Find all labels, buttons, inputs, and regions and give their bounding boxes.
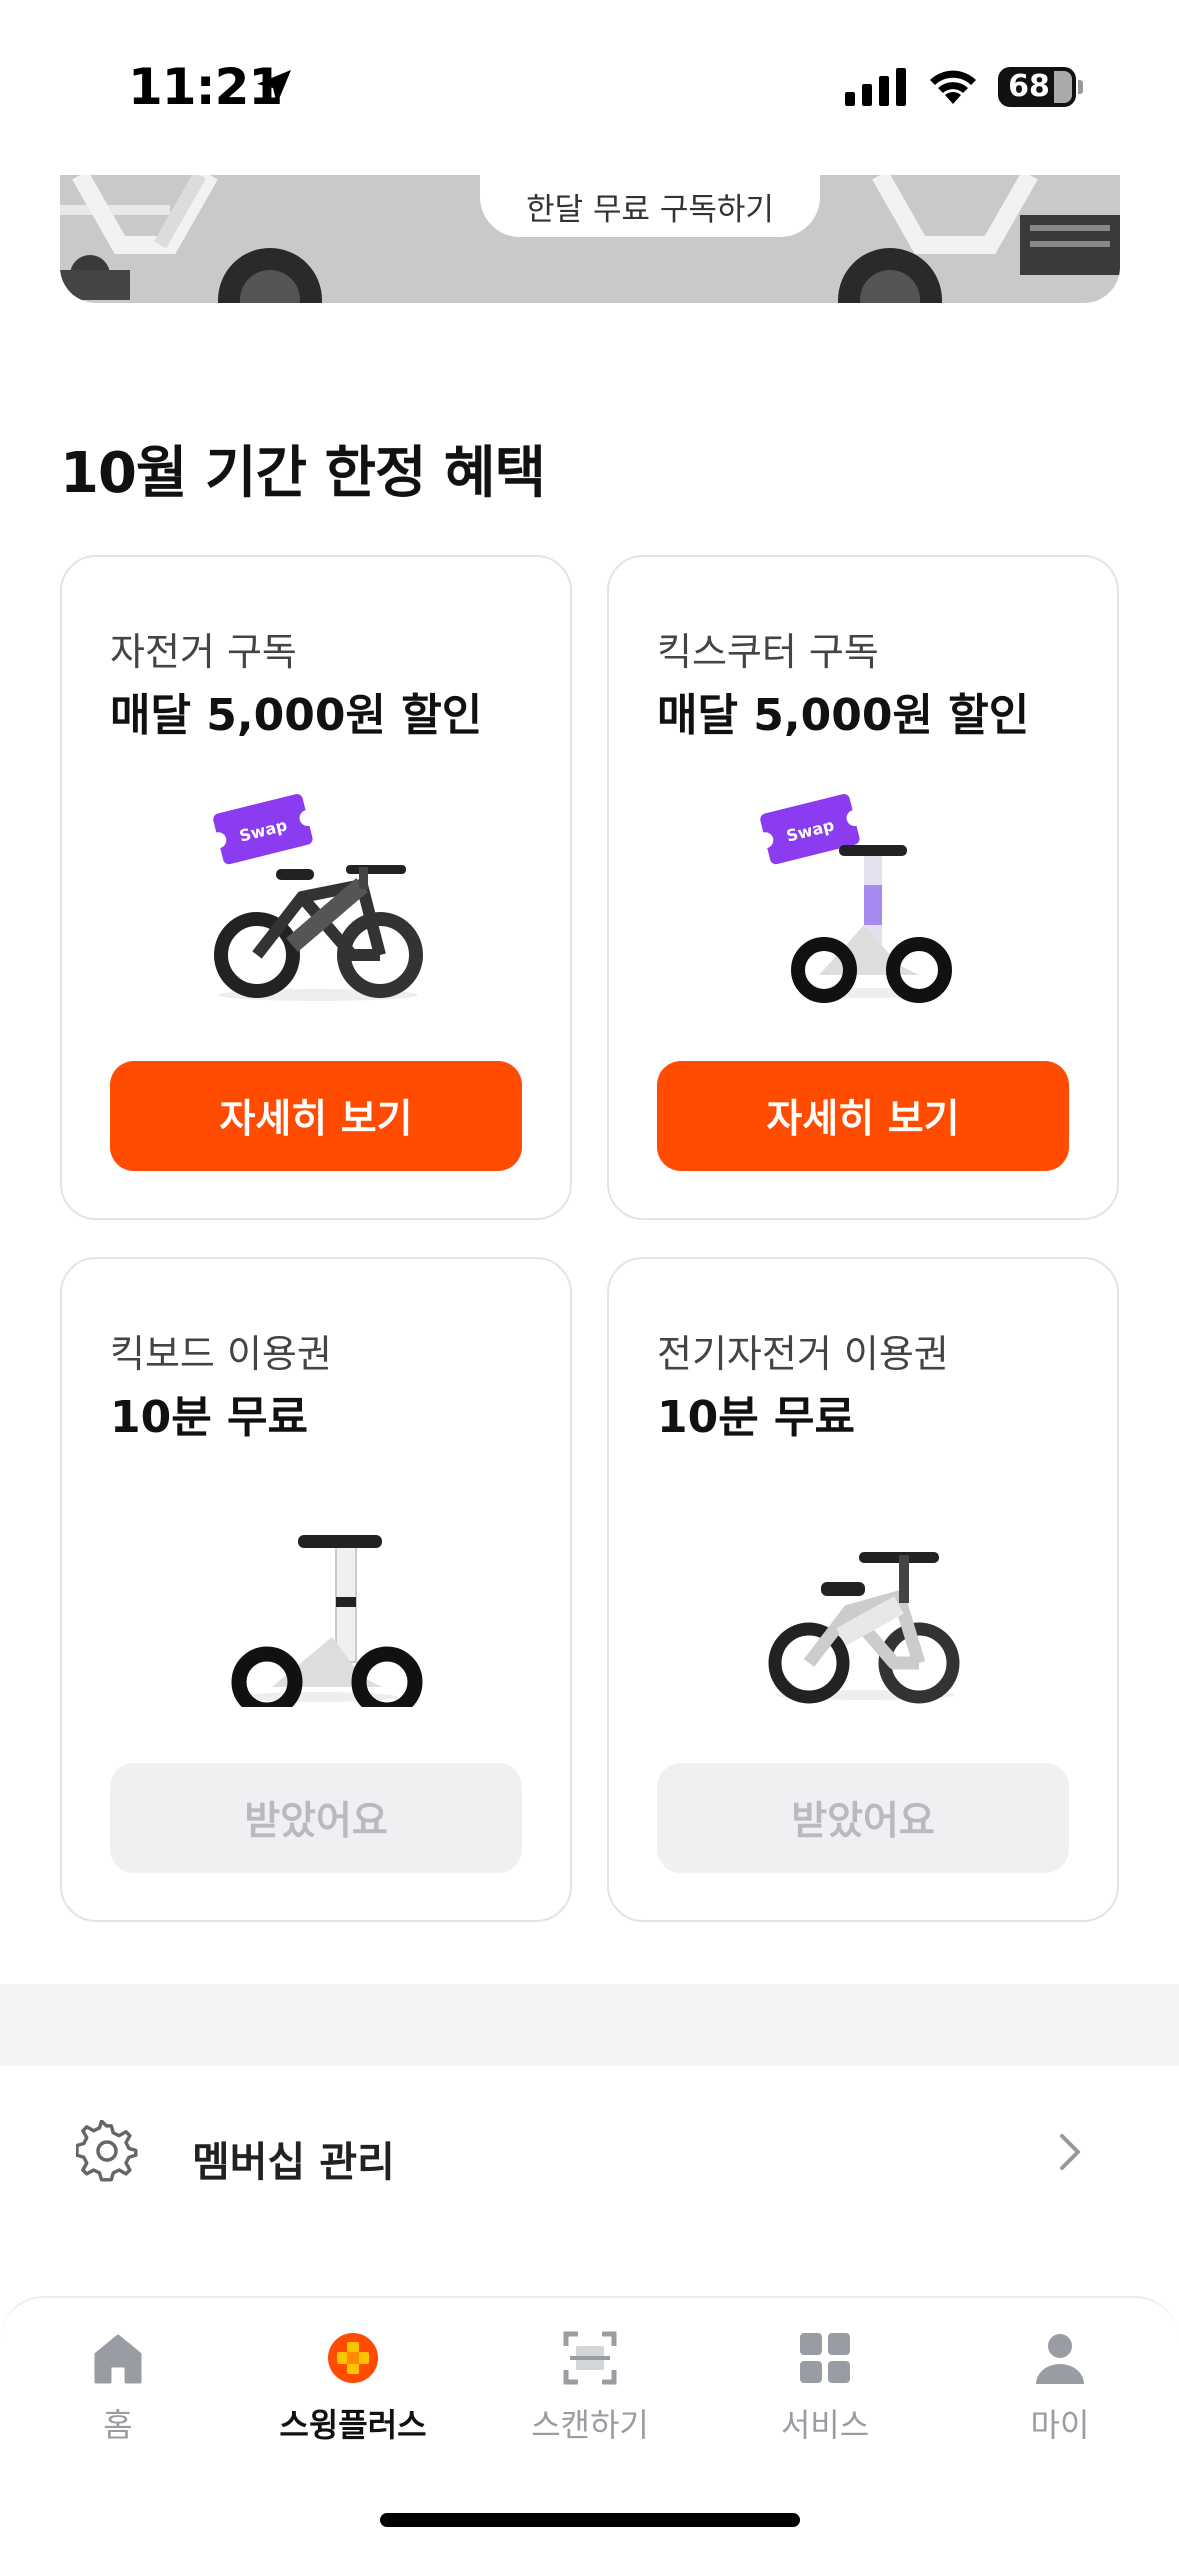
tab-label: 스윙플러스 [279, 2406, 427, 2444]
tab-label: 스캔하기 [531, 2406, 649, 2444]
promo-banner[interactable]: 한달 무료 구독하기 [60, 175, 1120, 303]
benefit-card-bike: 자전거 구독 매달 5,000원 할인 Swap 자세히 보기 [60, 555, 572, 1220]
ebike-illustration [768, 1552, 960, 1704]
received-button: 받았어요 [657, 1763, 1069, 1873]
membership-management-row[interactable]: 멤버십 관리 [0, 2090, 1179, 2214]
tab-swing-plus[interactable]: 스윙플러스 [253, 2328, 453, 2448]
tab-my[interactable]: 마이 [960, 2328, 1160, 2448]
bike-right-image [838, 175, 1120, 303]
profile-icon [1036, 2334, 1084, 2384]
battery-level-text: 68 [1008, 69, 1050, 104]
home-indicator[interactable] [380, 2513, 800, 2527]
tab-services[interactable]: 서비스 [725, 2328, 925, 2448]
tab-label: 마이 [1030, 2406, 1090, 2444]
home-icon [94, 2334, 142, 2384]
battery-icon: 68 [998, 67, 1076, 107]
tab-scan[interactable]: 스캔하기 [490, 2328, 690, 2448]
card-title: 매달 5,000원 할인 [657, 690, 1030, 741]
tab-home[interactable]: 홈 [18, 2328, 218, 2448]
status-bar: 11:21 68 [0, 0, 1179, 170]
membership-label: 멤버십 관리 [192, 2138, 395, 2186]
section-title: 10월 기간 한정 혜택 [60, 441, 546, 506]
services-grid-icon [800, 2333, 850, 2383]
view-details-button[interactable]: 자세히 보기 [110, 1061, 522, 1171]
card-subtitle: 킥스쿠터 구독 [657, 630, 879, 674]
chevron-right-icon [1060, 2134, 1080, 2170]
benefit-card-kickboard-pass: 킥보드 이용권 10분 무료 받았어요 [60, 1257, 572, 1922]
swing-plus-icon [328, 2333, 378, 2383]
wifi-icon [930, 70, 976, 104]
bike-left-image [60, 175, 322, 303]
scan-icon [563, 2331, 617, 2385]
benefit-card-ebike-pass: 전기자전거 이용권 10분 무료 받았어요 [607, 1257, 1119, 1922]
card-subtitle: 킥보드 이용권 [110, 1332, 332, 1376]
cellular-signal-icon [845, 68, 906, 106]
tab-label: 서비스 [780, 2406, 870, 2444]
kickboard-illustration [231, 1535, 423, 1707]
gear-icon [76, 2120, 138, 2182]
location-arrow-icon [257, 70, 291, 104]
subscribe-free-month-button[interactable]: 한달 무료 구독하기 [480, 175, 820, 237]
section-divider [0, 1984, 1179, 2066]
view-details-button[interactable]: 자세히 보기 [657, 1061, 1069, 1171]
card-subtitle: 자전거 구독 [110, 630, 297, 674]
tab-label: 홈 [103, 2406, 133, 2444]
card-title: 10분 무료 [657, 1392, 855, 1443]
scooter-ticket-illustration: Swap [757, 794, 952, 1003]
card-subtitle: 전기자전거 이용권 [657, 1332, 949, 1376]
bike-ticket-illustration: Swap [210, 794, 423, 1001]
card-title: 매달 5,000원 할인 [110, 690, 483, 741]
received-button: 받았어요 [110, 1763, 522, 1873]
card-title: 10분 무료 [110, 1392, 308, 1443]
benefit-card-kickscooter: 킥스쿠터 구독 매달 5,000원 할인 Swap 자세히 보기 [607, 555, 1119, 1220]
